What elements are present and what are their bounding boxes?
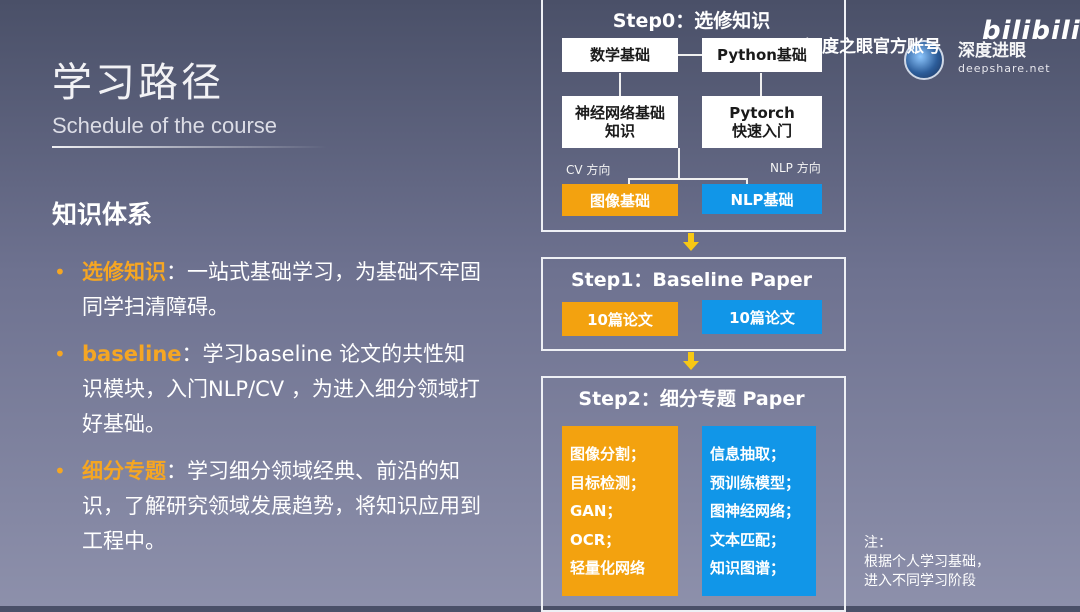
box-nlp-basics: NLP基础 [702,184,822,214]
bullet-item-baseline: • baseline：学习baseline 论文的共性知识模块，入门NLP/CV… [52,337,482,442]
list-item: 目标检测； [570,473,646,492]
note-line: 进入不同学习阶段 [864,573,976,589]
slide-title: 学习路径 [52,60,224,106]
list-item: 知识图谱； [710,559,786,577]
cv-direction-label: CV 方向 [566,163,611,177]
step1-title: Step1：Baseline Paper [570,269,813,291]
list-item: 预训练模型； [710,473,801,492]
arrow-down-icon-stem [688,233,694,242]
watermark-site: deepshare.net [958,62,1051,75]
connector-line [760,73,762,97]
list-item: 图神经网络； [710,502,801,520]
list-item: 图像分割； [570,445,646,463]
connector-line [678,54,702,56]
box-math-basics: 数学基础 [562,38,678,72]
arrow-down-icon [683,361,699,370]
connector-line [628,178,748,180]
bullet-dot: • [54,342,66,366]
box-step1-papers-right: 10篇论文 [702,300,822,334]
arrow-down-icon-stem [688,352,694,361]
step2-cv-topics-list: 图像分割； 目标检测； GAN； OCR； 轻量化网络 [562,426,678,596]
connector-line [678,148,680,178]
box-pytorch-intro: Pytorch快速入门 [702,96,822,148]
bullet-highlight: 选修知识 [82,260,166,284]
list-item: GAN； [570,502,622,520]
bullet-item-elective: • 选修知识：一站式基础学习，为基础不牢固同学扫清障碍。 [52,255,482,325]
section-title: 知识体系 [52,200,153,229]
bullet-list: • 选修知识：一站式基础学习，为基础不牢固同学扫清障碍。 • baseline：… [52,255,482,571]
bilibili-logo: bilibili [982,16,1080,46]
slide-subtitle: Schedule of the course [52,113,278,138]
step0-title: Step0：选修知识 [612,10,771,32]
list-item: 轻量化网络 [570,559,646,577]
connector-line [619,73,621,97]
box-neural-network-basics: 神经网络基础知识 [562,96,678,148]
list-item: 信息抽取； [710,445,786,463]
note-text: 注： 根据个人学习基础， 进入不同学习阶段 [864,534,990,591]
bullet-dot: • [54,260,66,284]
bullet-highlight: 细分专题 [82,459,166,483]
list-item: OCR； [570,530,621,549]
note-line: 注： [864,535,892,551]
box-python-basics: Python基础 [702,38,822,72]
step2-nlp-topics-list: 信息抽取； 预训练模型； 图神经网络； 文本匹配； 知识图谱； [702,426,816,596]
box-image-basics: 图像基础 [562,184,678,216]
nlp-direction-label: NLP 方向 [770,161,821,175]
list-item: 文本匹配； [710,530,786,549]
watermark-channel: 深度之眼官方账号 [805,37,941,57]
box-step1-papers-left: 10篇论文 [562,302,678,336]
bullet-dot: • [54,459,66,483]
step2-title: Step2：细分专题 Paper [578,388,805,410]
subtitle-underline [52,146,327,148]
bullet-item-topics: • 细分专题：学习细分领域经典、前沿的知识，了解研究领域发展趋势，将知识应用到工… [52,454,482,559]
arrow-down-icon [683,242,699,251]
bullet-highlight: baseline [82,342,182,366]
note-line: 根据个人学习基础， [864,554,990,570]
